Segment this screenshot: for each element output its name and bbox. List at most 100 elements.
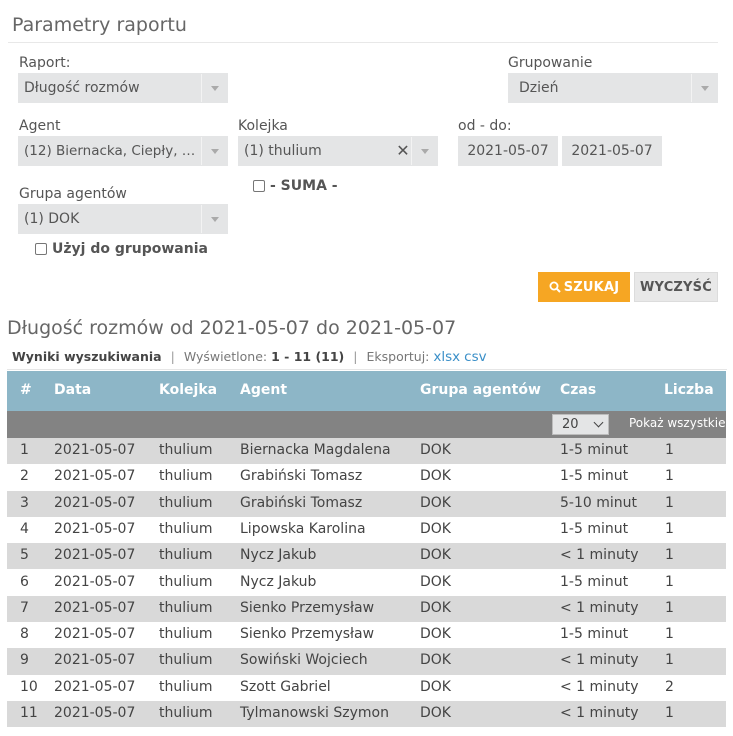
export-csv-link[interactable]: csv — [464, 349, 486, 365]
table-row: 5 2021-05-07 thulium Nycz Jakub DOK < 1 minut… — [7, 543, 726, 570]
caret-down-icon — [691, 74, 717, 102]
grupa-agentow-select[interactable]: (1) DOK — [18, 204, 228, 234]
caret-down-icon — [411, 137, 437, 165]
raport-select[interactable]: Długość rozmów — [18, 73, 228, 103]
cell-count: 1 — [665, 520, 674, 537]
clear-button[interactable]: WYCZYŚĆ — [634, 272, 718, 302]
export-label: Eksportuj: — [366, 349, 430, 364]
cell-queue: thulium — [159, 573, 213, 590]
cell-count: 1 — [665, 494, 674, 511]
cell-date: 2021-05-07 — [54, 678, 136, 695]
column-header-data[interactable]: Data — [54, 382, 91, 398]
results-infobar: Wyniki wyszukiwania | Wyświetlone: 1 - 1… — [7, 344, 727, 370]
cell-agent: Lipowska Karolina — [240, 520, 366, 537]
agent-select-value: (12) Biernacka, Ciepły, Gr... — [24, 143, 201, 159]
suma-checkbox-row[interactable]: - SUMA - — [253, 178, 338, 194]
cell-group: DOK — [420, 626, 451, 643]
table-row: 8 2021-05-07 thulium Sienko Przemysław DOK 1-… — [7, 622, 726, 649]
cell-group: DOK — [420, 652, 451, 669]
table-row: 1 2021-05-07 thulium Biernacka Magdalena DOK… — [7, 438, 726, 465]
cell-agent: Sienko Przemysław — [240, 626, 375, 643]
export-xlsx-link[interactable]: xlsx — [433, 349, 460, 365]
table-header: # Data Kolejka Agent Grupa agentów Czas … — [7, 371, 726, 411]
date-from-input[interactable]: 2021-05-07 — [458, 136, 558, 166]
cell-duration: < 1 minuty — [560, 599, 639, 616]
caret-down-icon — [201, 205, 227, 233]
grupa-agentow-label: Grupa agentów — [19, 186, 127, 202]
page-size-select[interactable]: 20 — [552, 414, 609, 435]
search-button-label: SZUKAJ — [563, 279, 620, 295]
agent-select[interactable]: (12) Biernacka, Ciepły, Gr... — [18, 136, 228, 166]
cell-date: 2021-05-07 — [54, 705, 136, 721]
cell-queue: thulium — [159, 520, 213, 537]
column-header-agent[interactable]: Agent — [240, 382, 287, 398]
cell-duration: 1-5 minut — [560, 520, 629, 537]
cell-number: 4 — [20, 520, 29, 537]
clear-x-icon[interactable]: ✕ — [395, 137, 411, 165]
table-row: 10 2021-05-07 thulium Szott Gabriel DOK < 1 m… — [7, 674, 726, 701]
cell-group: DOK — [420, 494, 451, 511]
cell-queue: thulium — [159, 442, 213, 458]
cell-duration: < 1 minuty — [560, 652, 639, 669]
table-row: 2 2021-05-07 thulium Grabiński Tomasz DOK 1-5… — [7, 464, 726, 491]
cell-number: 6 — [20, 573, 29, 590]
grupa-agentow-select-value: (1) DOK — [24, 211, 80, 227]
cell-duration: < 1 minuty — [560, 547, 639, 564]
cell-group: DOK — [420, 442, 451, 458]
column-header-kolejka[interactable]: Kolejka — [159, 382, 217, 398]
caret-down-icon — [201, 137, 227, 165]
cell-group: DOK — [420, 468, 451, 485]
uzyj-checkbox[interactable] — [35, 243, 47, 255]
cell-group: DOK — [420, 520, 451, 537]
pager-bar: 20 Pokaż wszystkie — [7, 411, 726, 438]
kolejka-select[interactable]: (1) thulium ✕ — [238, 136, 438, 166]
agent-label: Agent — [19, 118, 61, 134]
cell-queue: thulium — [159, 494, 213, 511]
cell-count: 2 — [665, 678, 674, 695]
cell-number: 8 — [20, 626, 29, 643]
report-title: Długość rozmów od 2021-05-07 do 2021-05-… — [7, 317, 457, 339]
cell-agent: Sienko Przemysław — [240, 599, 375, 616]
search-button[interactable]: SZUKAJ — [538, 272, 630, 302]
cell-date: 2021-05-07 — [54, 547, 136, 564]
cell-queue: thulium — [159, 468, 213, 485]
cell-count: 1 — [665, 573, 674, 590]
cell-date: 2021-05-07 — [54, 573, 136, 590]
table-row: 4 2021-05-07 thulium Lipowska Karolina DOK 1-… — [7, 516, 726, 544]
page-size-value: 20 — [562, 417, 579, 432]
divider — [8, 42, 718, 43]
raport-label: Raport: — [19, 55, 71, 71]
cell-duration: 1-5 minut — [560, 626, 629, 643]
table-row: 6 2021-05-07 thulium Nycz Jakub DOK 1-5 minut… — [7, 569, 726, 596]
column-header-liczba[interactable]: Liczba — [664, 382, 714, 398]
show-all-link[interactable]: Pokaż wszystkie — [629, 416, 725, 430]
raport-select-value: Długość rozmów — [24, 80, 140, 96]
uzyj-checkbox-label: Użyj do grupowania — [52, 241, 208, 257]
cell-number: 7 — [20, 599, 29, 616]
results-label: Wyniki wyszukiwania — [12, 349, 162, 364]
column-header-grupa[interactable]: Grupa agentów — [420, 382, 541, 398]
suma-checkbox[interactable] — [253, 180, 265, 192]
cell-duration: < 1 minuty — [560, 705, 639, 721]
cell-agent: Sowiński Wojciech — [240, 652, 368, 669]
caret-down-icon — [201, 74, 227, 102]
cell-queue: thulium — [159, 678, 213, 695]
cell-date: 2021-05-07 — [54, 520, 136, 537]
cell-agent: Biernacka Magdalena — [240, 442, 391, 458]
grupowanie-select[interactable]: Dzień — [508, 73, 718, 103]
cell-duration: 1-5 minut — [560, 442, 629, 458]
cell-queue: thulium — [159, 652, 213, 669]
displayed-range: 1 - 11 (11) — [271, 349, 345, 364]
cell-agent: Nycz Jakub — [240, 547, 317, 564]
grupowanie-select-value: Dzień — [519, 80, 559, 96]
cell-duration: 1-5 minut — [560, 468, 629, 485]
cell-count: 1 — [665, 652, 674, 669]
suma-checkbox-label: - SUMA - — [270, 178, 338, 194]
cell-count: 1 — [665, 626, 674, 643]
uzyj-checkbox-row[interactable]: Użyj do grupowania — [35, 241, 208, 257]
column-header-czas[interactable]: Czas — [560, 382, 596, 398]
displayed-prefix: Wyświetlone: — [183, 349, 268, 364]
column-header-number[interactable]: # — [20, 382, 32, 398]
cell-count: 1 — [665, 599, 674, 616]
date-to-input[interactable]: 2021-05-07 — [562, 136, 662, 166]
